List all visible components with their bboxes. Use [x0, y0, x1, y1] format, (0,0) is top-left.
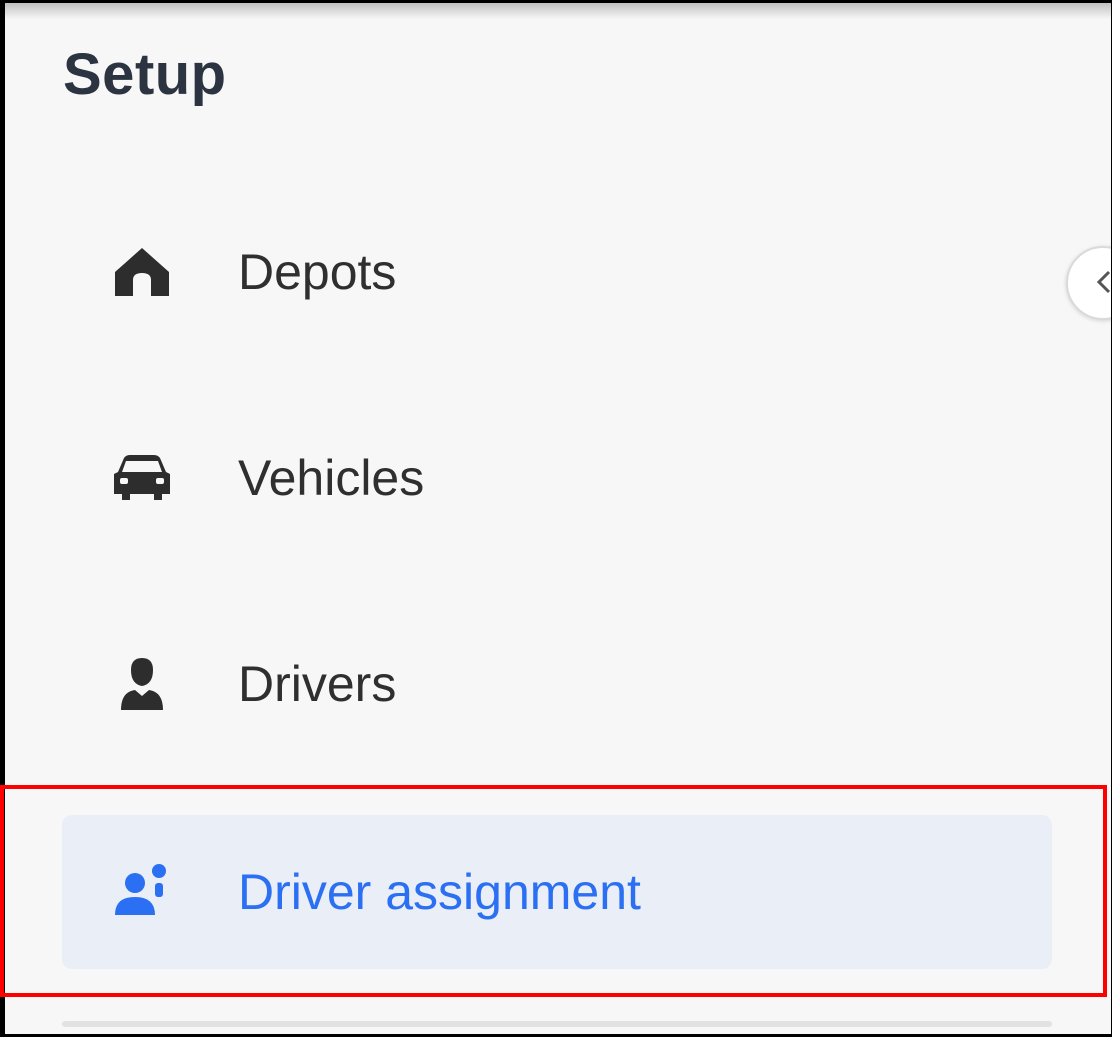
screenshot-frame: Setup Depots Vehicles Drivers Driver ass…: [0, 0, 1112, 1037]
sidebar-item-driver-assignment[interactable]: Driver assignment: [62, 815, 1052, 969]
chevron-left-icon: [1096, 270, 1111, 294]
sidebar-title: Setup: [63, 42, 227, 107]
setup-sidebar: Setup Depots Vehicles Drivers Driver ass…: [5, 3, 1111, 1034]
collapse-sidebar-button[interactable]: [1066, 246, 1111, 320]
sidebar-item-drivers[interactable]: Drivers: [62, 607, 1052, 761]
home-icon: [112, 242, 172, 302]
person-icon: [112, 654, 172, 714]
driver-assignment-icon: [112, 862, 172, 922]
top-shadow: [5, 3, 1111, 19]
sidebar-item-depots[interactable]: Depots: [62, 195, 1052, 349]
sidebar-item-vehicles[interactable]: Vehicles: [62, 401, 1052, 555]
divider: [62, 1021, 1052, 1027]
car-icon: [112, 448, 172, 508]
sidebar-item-label: Depots: [238, 244, 397, 300]
sidebar-item-label: Driver assignment: [238, 864, 641, 920]
sidebar-item-label: Vehicles: [238, 450, 425, 506]
sidebar-item-label: Drivers: [238, 656, 397, 712]
